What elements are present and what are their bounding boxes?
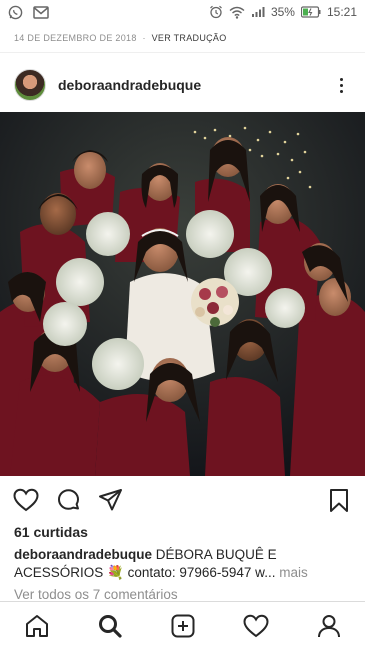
likes-count[interactable]: 61 curtidas xyxy=(14,524,88,540)
clock: 15:21 xyxy=(326,5,357,19)
bookmark-icon xyxy=(330,488,348,512)
alarm-icon xyxy=(209,5,223,19)
post-username[interactable]: deboraandradebuque xyxy=(58,77,201,93)
caption-username[interactable]: deboraandradebuque xyxy=(14,547,152,562)
view-comments-link[interactable]: Ver todos os 7 comentários xyxy=(14,587,178,602)
nav-home[interactable] xyxy=(19,608,55,644)
post-caption: deboraandradebuque DÉBORA BUQUÊ E ACESSÓ… xyxy=(14,546,354,582)
profile-icon xyxy=(317,615,340,638)
home-icon xyxy=(25,615,48,637)
like-button[interactable] xyxy=(12,486,40,514)
dot-icon xyxy=(339,83,343,87)
battery-percentage: 35% xyxy=(270,5,295,19)
bridal-party-photo xyxy=(0,112,365,476)
share-button[interactable] xyxy=(96,486,124,514)
comment-button[interactable] xyxy=(54,486,82,514)
dot-icon xyxy=(339,89,343,93)
more-options-button[interactable] xyxy=(331,73,351,97)
dot-icon xyxy=(339,77,343,81)
previous-post-meta: 14 DE DEZEMBRO DE 2018 · VER TRADUÇÃO xyxy=(14,33,227,43)
bottom-navigation xyxy=(0,601,365,650)
search-icon xyxy=(98,615,122,638)
post-header: deboraandradebuque xyxy=(0,60,365,110)
nav-search[interactable] xyxy=(92,608,128,644)
meta-separator: · xyxy=(142,33,146,43)
see-translation-link[interactable]: VER TRADUÇÃO xyxy=(152,33,227,43)
comment-icon xyxy=(57,488,79,510)
divider xyxy=(0,52,365,53)
share-icon xyxy=(98,489,122,511)
post-actions xyxy=(0,484,365,516)
nav-activity[interactable] xyxy=(238,608,274,644)
signal-icon xyxy=(251,6,265,18)
nav-new-post[interactable] xyxy=(165,608,201,644)
avatar[interactable] xyxy=(14,69,46,101)
gmail-icon xyxy=(33,5,49,19)
new-post-icon xyxy=(171,614,194,638)
whatsapp-icon xyxy=(8,5,23,20)
wifi-icon xyxy=(229,6,245,19)
caption-more-link[interactable]: mais xyxy=(279,565,308,580)
save-button[interactable] xyxy=(325,486,353,514)
post-date: 14 DE DEZEMBRO DE 2018 xyxy=(14,33,137,43)
activity-heart-icon xyxy=(242,614,269,638)
post-photo[interactable] xyxy=(0,112,365,476)
heart-icon xyxy=(13,488,39,512)
nav-profile[interactable] xyxy=(311,608,347,644)
battery-icon xyxy=(300,6,321,18)
status-bar: 35% 15:21 xyxy=(0,0,365,24)
